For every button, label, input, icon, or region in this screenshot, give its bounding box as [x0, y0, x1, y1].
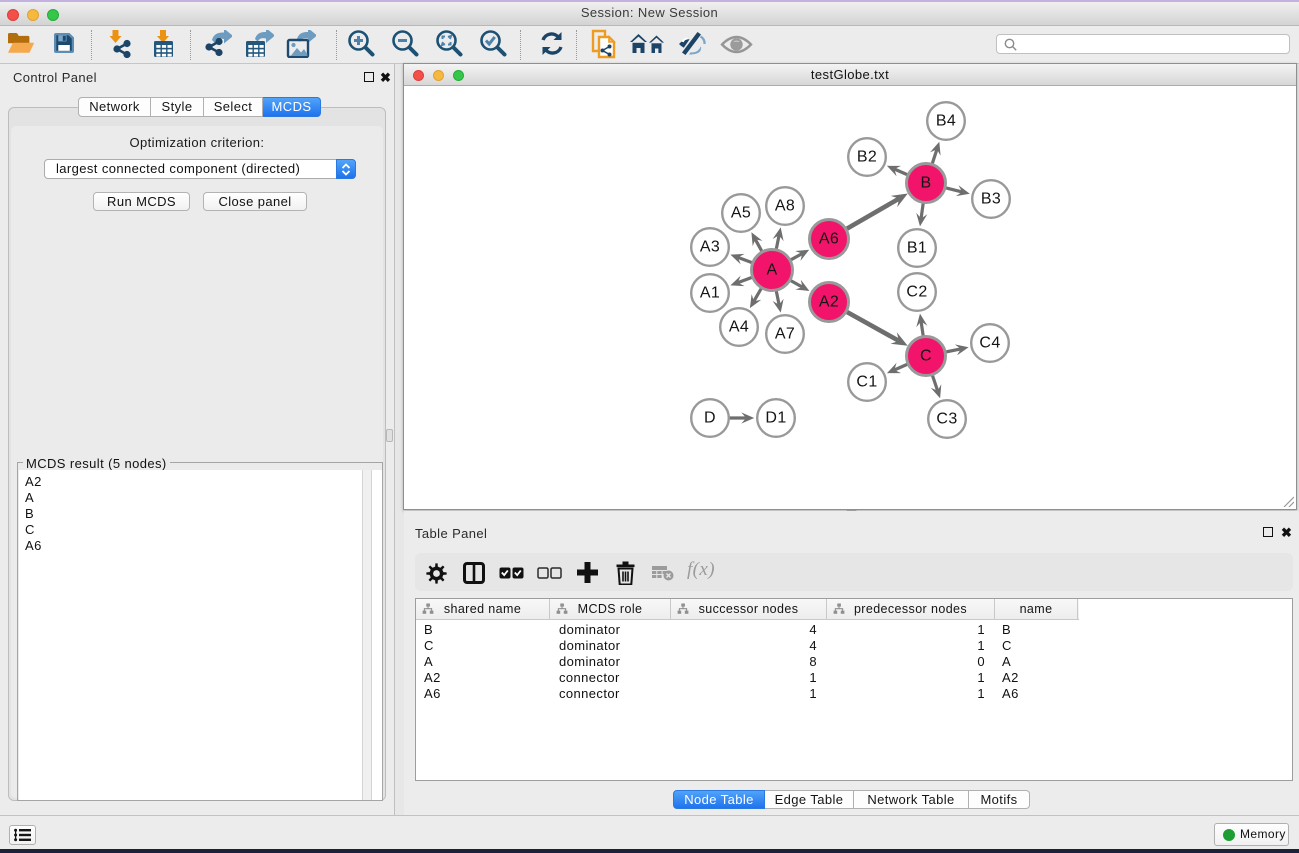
svg-text:B4: B4 — [936, 113, 956, 130]
svg-text:A3: A3 — [700, 239, 720, 256]
svg-text:A8: A8 — [775, 198, 795, 215]
svg-text:A4: A4 — [729, 319, 749, 336]
svg-text:C2: C2 — [906, 284, 927, 301]
svg-text:B1: B1 — [907, 240, 927, 257]
svg-text:A6: A6 — [819, 231, 839, 248]
svg-text:D: D — [704, 410, 716, 427]
svg-text:A: A — [766, 262, 777, 279]
svg-text:B2: B2 — [857, 149, 877, 166]
svg-text:A2: A2 — [819, 294, 839, 311]
svg-text:A5: A5 — [731, 205, 751, 222]
svg-text:C: C — [920, 348, 932, 365]
svg-text:A1: A1 — [700, 285, 720, 302]
svg-text:D1: D1 — [765, 410, 786, 427]
svg-text:C3: C3 — [936, 411, 957, 428]
svg-text:C4: C4 — [979, 335, 1000, 352]
svg-text:B3: B3 — [981, 191, 1001, 208]
svg-text:C1: C1 — [856, 374, 877, 391]
svg-text:B: B — [920, 175, 931, 192]
svg-text:A7: A7 — [775, 326, 795, 343]
